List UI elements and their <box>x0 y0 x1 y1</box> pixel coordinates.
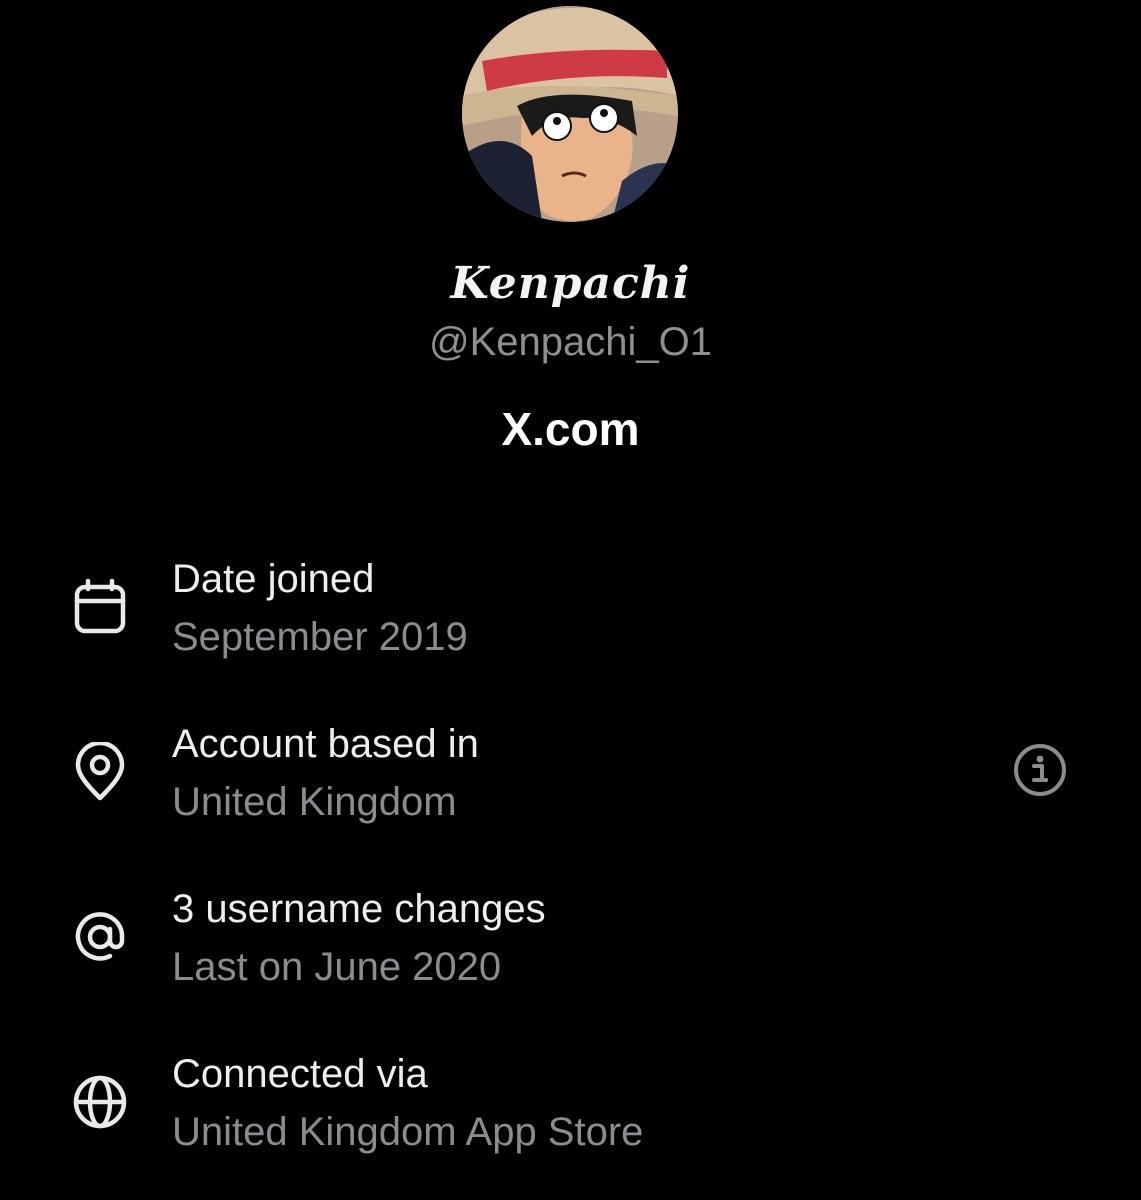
avatar[interactable] <box>462 6 678 222</box>
detail-value: United Kingdom App Store <box>172 1110 644 1154</box>
info-icon[interactable] <box>1012 742 1068 798</box>
display-name: Kenpachi <box>450 258 691 309</box>
detail-row-connected-via: Connected via United Kingdom App Store <box>0 1052 1141 1182</box>
username-handle: @Kenpachi_O1 <box>428 320 712 364</box>
detail-title: 3 username changes <box>172 887 546 931</box>
detail-value: United Kingdom <box>172 780 457 824</box>
domain-label: X.com <box>501 403 640 455</box>
detail-row-account-based-in: Account based in United Kingdom <box>0 722 1141 852</box>
detail-title: Date joined <box>172 557 375 601</box>
detail-title: Connected via <box>172 1052 428 1096</box>
detail-value: September 2019 <box>172 615 468 659</box>
globe-icon <box>70 1072 130 1132</box>
detail-row-username-changes: 3 username changes Last on June 2020 <box>0 887 1141 1017</box>
detail-value: Last on June 2020 <box>172 945 502 989</box>
detail-row-date-joined: Date joined September 2019 <box>0 557 1141 687</box>
avatar-image <box>462 6 678 222</box>
calendar-icon <box>70 577 130 637</box>
at-sign-icon <box>70 907 130 967</box>
location-pin-icon <box>70 742 130 802</box>
detail-title: Account based in <box>172 722 479 766</box>
